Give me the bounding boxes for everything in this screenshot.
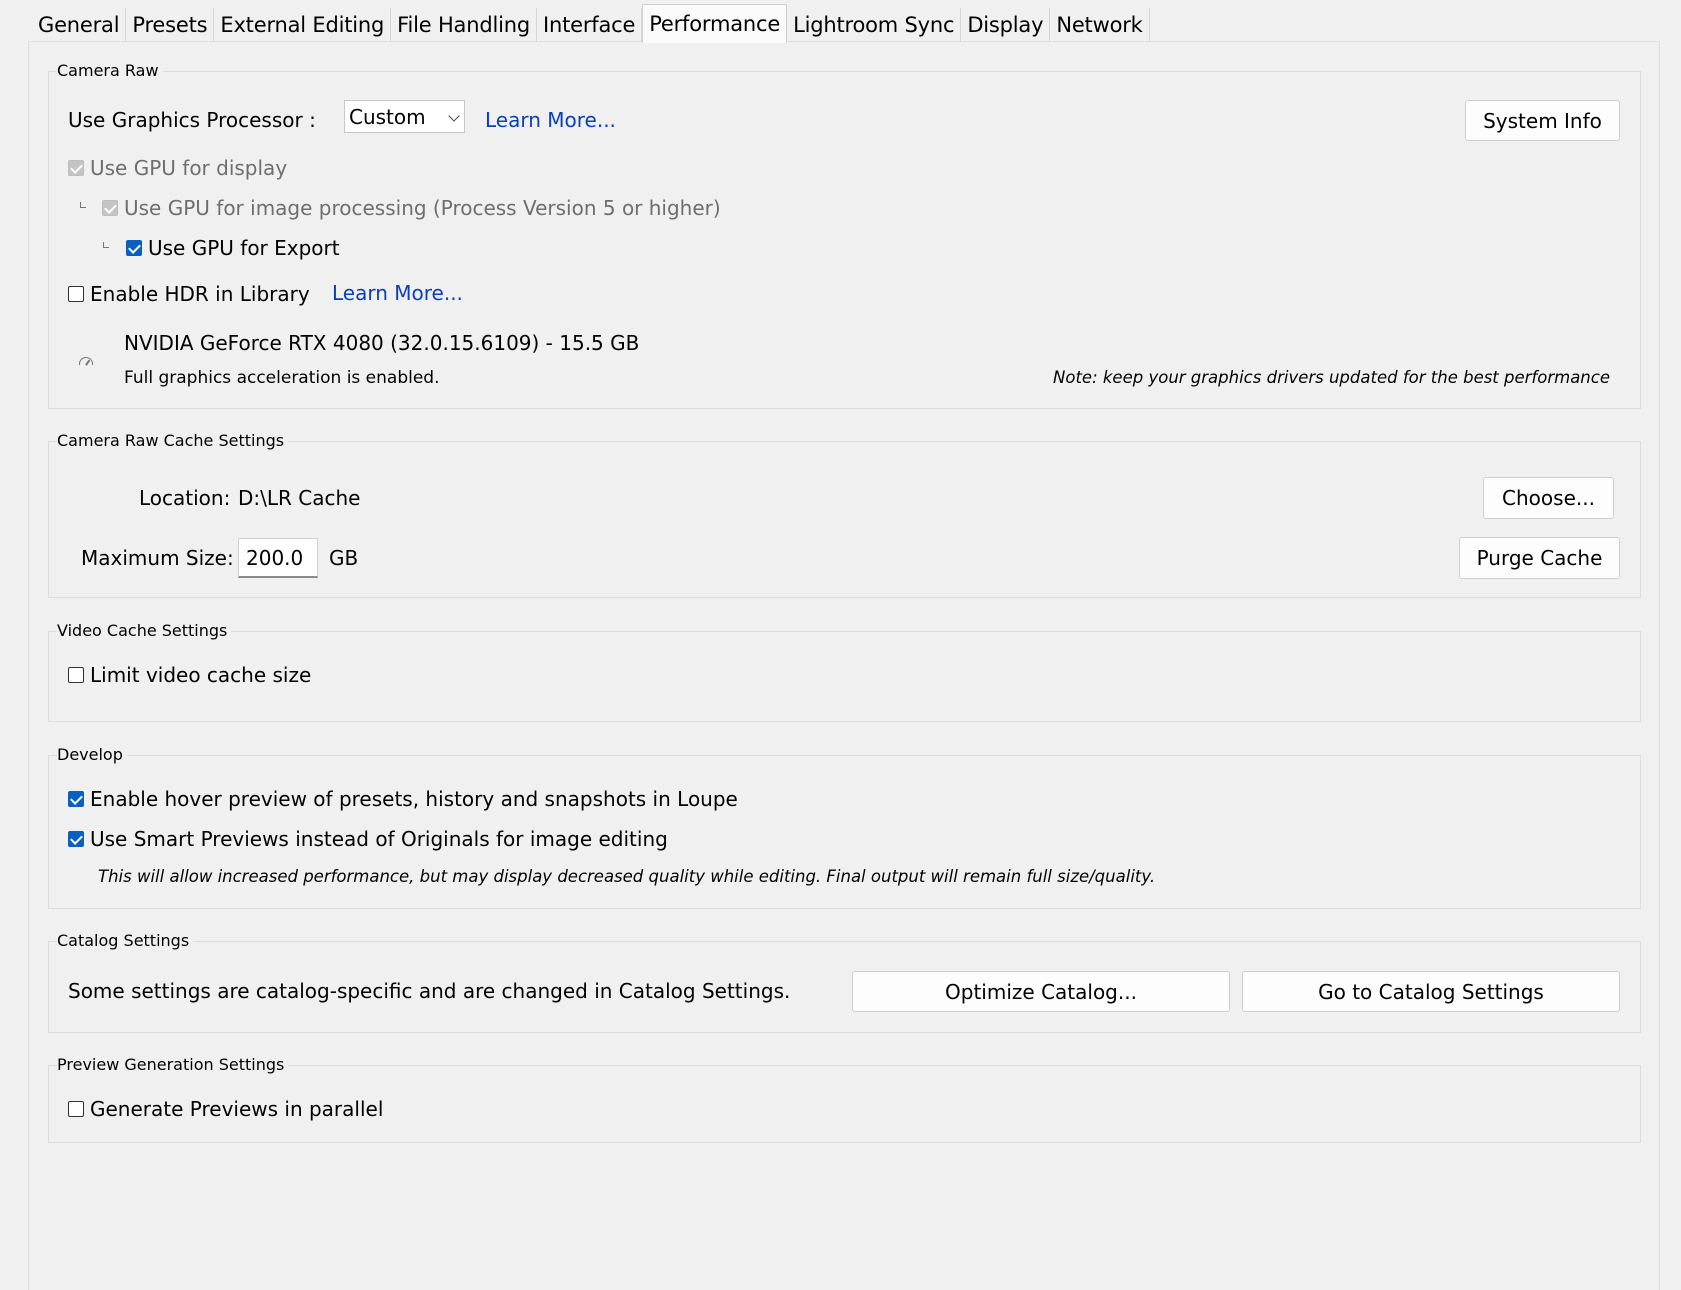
acceleration-status: Full graphics acceleration is enabled. [124, 368, 440, 388]
learn-more-hdr-link[interactable]: Learn More... [332, 280, 463, 306]
max-size-input[interactable]: 200.0 [238, 538, 318, 578]
preferences-tabs: General Presets External Editing File Ha… [32, 4, 1150, 43]
limit-video-cache-checkbox[interactable] [68, 667, 84, 683]
gauge-icon [79, 357, 93, 365]
tab-interface[interactable]: Interface [537, 8, 643, 42]
hover-preview-label: Enable hover preview of presets, history… [90, 787, 738, 811]
gpu-select[interactable]: Custom [344, 100, 465, 133]
enable-hdr-checkbox[interactable] [68, 286, 84, 302]
tab-lightroom-sync[interactable]: Lightroom Sync [787, 8, 962, 42]
chevron-down-icon [448, 110, 460, 122]
preview-legend: Preview Generation Settings [57, 1055, 289, 1075]
gpu-select-value: Custom [349, 104, 426, 129]
tab-external-editing[interactable]: External Editing [214, 8, 392, 42]
location-value: D:\LR Cache [238, 486, 361, 510]
max-size-label: Maximum Size: [81, 546, 234, 570]
max-size-unit: GB [329, 546, 359, 570]
learn-more-gpu-link[interactable]: Learn More... [485, 107, 616, 133]
tree-connector [80, 202, 86, 208]
generate-parallel-checkbox[interactable] [68, 1101, 84, 1117]
driver-note: Note: keep your graphics drivers updated… [1053, 368, 1610, 387]
use-gpu-export-label: Use GPU for Export [148, 236, 340, 260]
tab-display[interactable]: Display [961, 8, 1051, 42]
camera-raw-legend: Camera Raw [57, 61, 163, 81]
limit-video-cache-label: Limit video cache size [90, 663, 312, 687]
use-gpu-processing-checkbox[interactable] [102, 200, 118, 216]
use-gpu-display-checkbox[interactable] [68, 160, 84, 176]
use-gpu-display-label: Use GPU for display [90, 156, 288, 180]
tab-file-handling[interactable]: File Handling [391, 8, 537, 42]
generate-parallel-label: Generate Previews in parallel [90, 1097, 384, 1121]
choose-button[interactable]: Choose... [1483, 477, 1614, 519]
tab-network[interactable]: Network [1050, 8, 1150, 42]
gpu-name: NVIDIA GeForce RTX 4080 (32.0.15.6109) -… [124, 331, 640, 355]
use-gpu-processing-label: Use GPU for image processing (Process Ve… [124, 196, 721, 220]
gpu-label: Use Graphics Processor : [68, 108, 316, 132]
tab-general[interactable]: General [32, 8, 127, 42]
enable-hdr-label: Enable HDR in Library [90, 282, 310, 306]
tab-performance[interactable]: Performance [642, 4, 788, 43]
purge-cache-button[interactable]: Purge Cache [1459, 537, 1620, 579]
optimize-catalog-button[interactable]: Optimize Catalog... [852, 971, 1230, 1012]
smart-previews-note: This will allow increased performance, b… [98, 867, 1156, 886]
catalog-description: Some settings are catalog-specific and a… [68, 979, 791, 1003]
smart-previews-label: Use Smart Previews instead of Originals … [90, 827, 668, 851]
use-gpu-export-checkbox[interactable] [126, 240, 142, 256]
go-to-catalog-settings-button[interactable]: Go to Catalog Settings [1242, 971, 1620, 1012]
tab-presets[interactable]: Presets [126, 8, 215, 42]
location-label: Location: [139, 486, 231, 510]
system-info-button[interactable]: System Info [1465, 100, 1620, 141]
catalog-legend: Catalog Settings [57, 931, 194, 951]
video-cache-legend: Video Cache Settings [57, 621, 232, 641]
smart-previews-checkbox[interactable] [68, 831, 84, 847]
tree-connector [103, 242, 109, 248]
hover-preview-checkbox[interactable] [68, 791, 84, 807]
cache-legend: Camera Raw Cache Settings [57, 431, 289, 451]
develop-legend: Develop [57, 745, 127, 765]
